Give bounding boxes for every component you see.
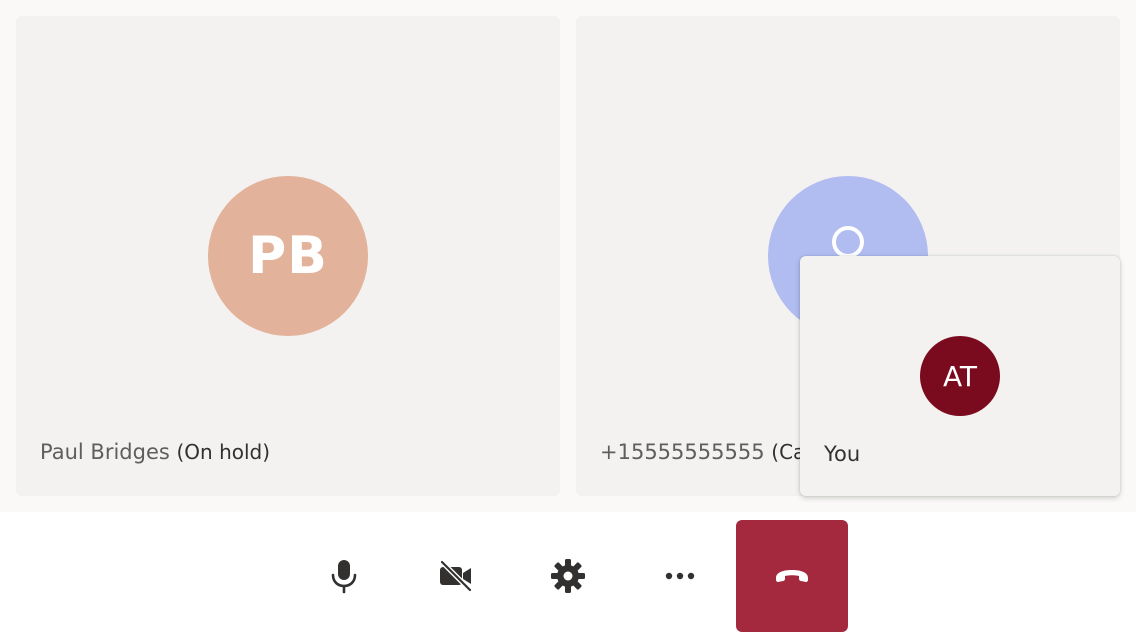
self-view-tile[interactable]: AT You (800, 256, 1120, 496)
participant-avatar: PB (208, 176, 368, 336)
self-avatar: AT (920, 336, 1000, 416)
settings-button[interactable] (512, 520, 624, 632)
more-options-button[interactable] (624, 520, 736, 632)
settings-gear-icon (551, 559, 585, 593)
camera-off-icon (440, 560, 472, 592)
microphone-button[interactable] (288, 520, 400, 632)
hang-up-button[interactable] (736, 520, 848, 632)
participant-tile-paul-bridges: PB Paul Bridges (On hold) (16, 16, 560, 496)
avatar-initials: AT (942, 359, 978, 393)
participant-name-line: Paul Bridges (On hold) (40, 440, 270, 464)
call-stage: PB Paul Bridges (On hold) +15555555555 (… (0, 0, 1136, 512)
self-label: You (824, 442, 861, 466)
call-controls-bar (0, 512, 1136, 640)
avatar-initials: PB (248, 226, 328, 286)
camera-toggle-button[interactable] (400, 520, 512, 632)
hang-up-icon (776, 570, 808, 582)
more-options-icon (665, 572, 695, 580)
participant-name: Paul Bridges (40, 440, 170, 464)
microphone-icon (331, 560, 357, 594)
participant-status: (On hold) (176, 440, 271, 464)
participant-name: +15555555555 (600, 440, 765, 464)
